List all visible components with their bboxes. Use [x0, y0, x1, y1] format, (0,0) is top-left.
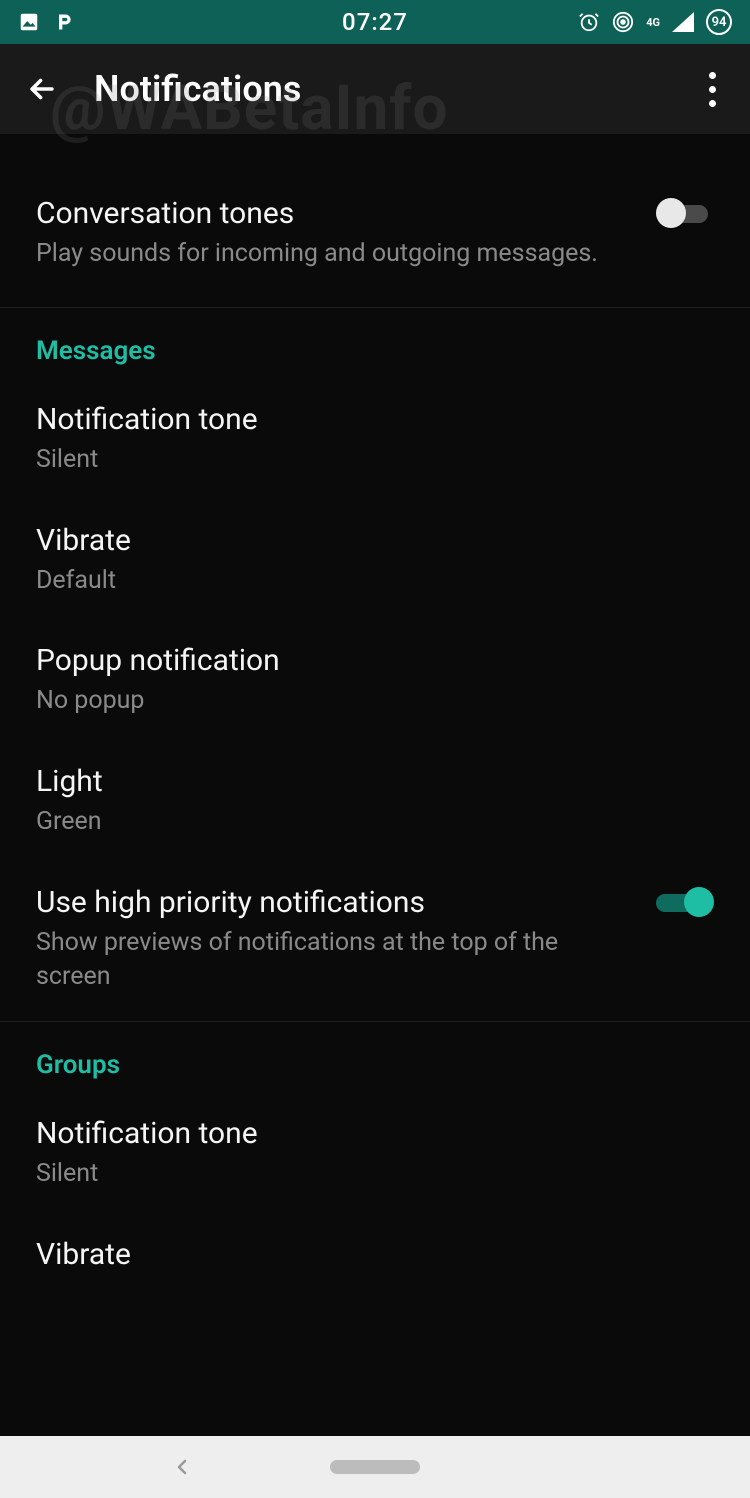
conversation-tones-toggle[interactable]	[656, 198, 714, 228]
row-msg-high-priority[interactable]: Use high priority notifications Show pre…	[0, 861, 750, 1016]
row-subtitle: Show previews of notifications at the to…	[36, 926, 636, 994]
row-subtitle: No popup	[36, 684, 714, 718]
section-header-messages: Messages	[0, 308, 750, 378]
row-subtitle: Silent	[36, 1157, 714, 1191]
row-title: Notification tone	[36, 1114, 714, 1153]
row-msg-vibrate[interactable]: Vibrate Default	[0, 499, 750, 620]
navigation-bar	[0, 1436, 750, 1498]
app-bar: Notifications	[0, 44, 750, 134]
status-bar: 07:27 4G 94	[0, 0, 750, 44]
battery-icon: 94	[706, 9, 732, 35]
row-title: Vibrate	[36, 1235, 714, 1274]
data-icon: 4G	[646, 16, 660, 29]
back-button[interactable]	[20, 67, 64, 111]
row-title: Conversation tones	[36, 194, 636, 233]
row-grp-notification-tone[interactable]: Notification tone Silent	[0, 1092, 750, 1213]
overflow-menu-button[interactable]	[699, 62, 726, 117]
row-title: Vibrate	[36, 521, 714, 560]
alarm-icon	[578, 11, 600, 33]
row-subtitle: Green	[36, 805, 714, 839]
home-pill[interactable]	[330, 1460, 420, 1474]
row-title: Notification tone	[36, 400, 714, 439]
row-subtitle: Default	[36, 564, 714, 598]
signal-icon	[672, 12, 694, 32]
image-icon	[18, 11, 40, 33]
hotspot-icon	[612, 11, 634, 33]
row-grp-vibrate[interactable]: Vibrate	[0, 1213, 750, 1284]
row-msg-light[interactable]: Light Green	[0, 740, 750, 861]
status-time: 07:27	[342, 8, 408, 36]
row-title: Popup notification	[36, 641, 714, 680]
p-icon	[54, 11, 74, 33]
row-msg-popup[interactable]: Popup notification No popup	[0, 619, 750, 740]
section-header-groups: Groups	[0, 1022, 750, 1092]
row-conversation-tones[interactable]: Conversation tones Play sounds for incom…	[0, 164, 750, 301]
page-title: Notifications	[94, 68, 301, 110]
nav-back-button[interactable]	[170, 1455, 194, 1479]
row-title: Use high priority notifications	[36, 883, 636, 922]
row-title: Light	[36, 762, 714, 801]
row-subtitle: Play sounds for incoming and outgoing me…	[36, 237, 636, 271]
high-priority-toggle[interactable]	[656, 887, 714, 917]
settings-list: Conversation tones Play sounds for incom…	[0, 134, 750, 1284]
row-msg-notification-tone[interactable]: Notification tone Silent	[0, 378, 750, 499]
row-subtitle: Silent	[36, 443, 714, 477]
